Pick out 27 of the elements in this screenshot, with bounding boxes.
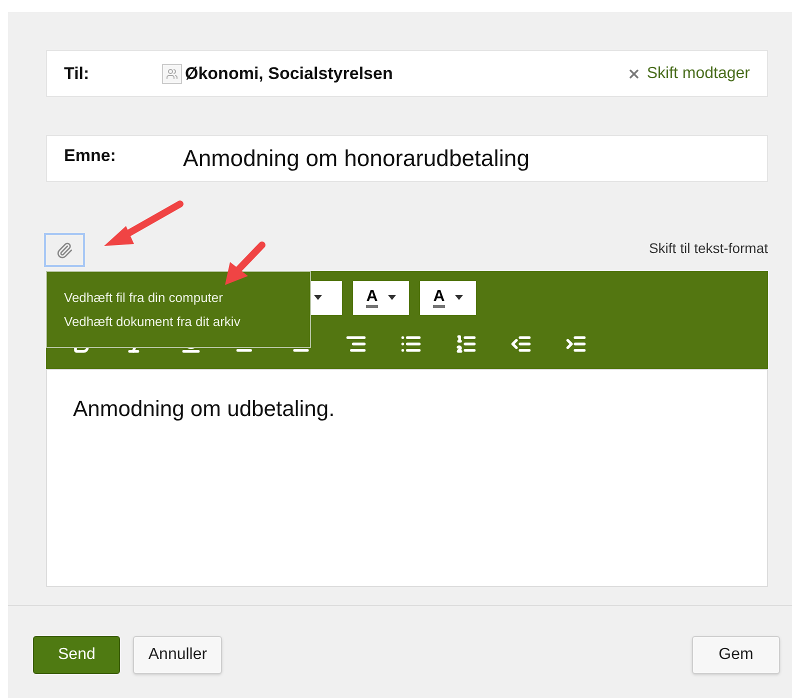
annotation-arrow	[225, 242, 266, 285]
numbered-list-icon[interactable]	[455, 333, 477, 355]
outdent-icon[interactable]	[510, 333, 532, 355]
group-icon	[162, 64, 182, 84]
align-right-icon[interactable]	[345, 333, 367, 355]
recipient-name: Økonomi, Socialstyrelsen	[185, 62, 393, 85]
close-icon	[626, 66, 641, 80]
editor-text: Anmodning om udbetaling.	[73, 396, 335, 421]
recipient-label: Til:	[64, 62, 90, 85]
send-button[interactable]: Send	[33, 636, 120, 674]
indent-icon[interactable]	[565, 333, 587, 355]
attach-button[interactable]	[44, 233, 85, 267]
text-color-button[interactable]: A	[353, 280, 409, 314]
paperclip-icon	[56, 242, 73, 258]
caret-icon	[388, 295, 396, 300]
caret-icon	[454, 295, 463, 300]
cancel-button[interactable]: Annuller	[133, 636, 222, 674]
change-recipient-link[interactable]: Skift modtager	[646, 62, 750, 86]
text-color-button[interactable]: A	[420, 280, 476, 314]
subject-label: Emne:	[64, 144, 117, 167]
text-format-link[interactable]: Skift til tekst-format	[648, 238, 768, 259]
menu-item[interactable]: Vedhæft dokument fra dit arkiv	[64, 312, 310, 332]
bullet-list-icon[interactable]	[400, 333, 422, 355]
editor-area[interactable]: Anmodning om udbetaling.	[46, 369, 768, 587]
menu-item[interactable]: Vedhæft fil fra din computer	[64, 288, 310, 307]
subject-field[interactable]: Anmodning om honorarudbetaling	[183, 141, 530, 176]
save-button[interactable]: Gem	[692, 636, 780, 674]
